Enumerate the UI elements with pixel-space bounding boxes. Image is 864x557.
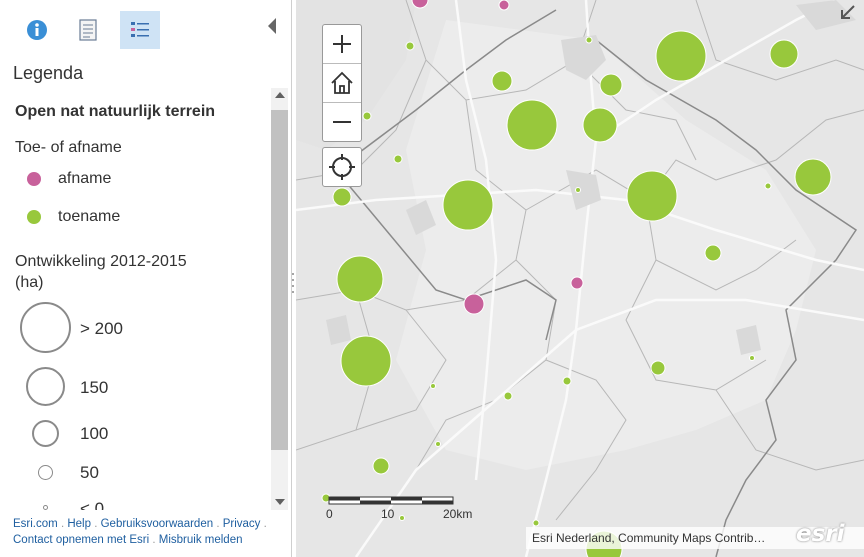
map-circle-increase xyxy=(626,170,678,222)
zoom-controls xyxy=(322,24,362,142)
scale-label-20km: 20km xyxy=(443,507,473,521)
map-circle-increase xyxy=(769,39,799,69)
scroll-up-arrow-icon[interactable] xyxy=(275,92,285,98)
scale-label-0: 0 xyxy=(326,507,333,521)
link-report-abuse[interactable]: Misbruik melden xyxy=(159,534,243,546)
tab-info[interactable] xyxy=(17,11,57,49)
scalebar-bar xyxy=(328,496,454,505)
map-circle-increase xyxy=(582,107,618,143)
circles-decrease xyxy=(411,0,584,315)
map-circle-increase xyxy=(405,41,415,51)
tab-legend[interactable] xyxy=(120,11,160,49)
map-circle-increase xyxy=(749,355,755,361)
map-circle-increase xyxy=(442,179,494,231)
map-circle-increase xyxy=(599,73,623,97)
map-circle-increase xyxy=(393,154,403,164)
map-circle-increase xyxy=(372,457,390,475)
attribution-text: Esri Nederland, Community Maps Contrib… xyxy=(532,531,766,545)
map-view[interactable]: 0 10 20km Esri Nederland, Community Maps… xyxy=(296,0,864,557)
legend-label-afname: afname xyxy=(58,170,112,187)
layer-title: Open nat natuurlijk terrein xyxy=(15,103,216,120)
footer-links: Esri.com . Help . Gebruiksvoorwaarden . … xyxy=(13,518,267,546)
link-esri-com[interactable]: Esri.com xyxy=(13,518,58,530)
size-label-100: 100 xyxy=(80,424,109,443)
map-circle-decrease xyxy=(411,0,429,9)
size-label-0: < 0 xyxy=(80,499,105,510)
tab-details[interactable] xyxy=(68,11,108,49)
map-circle-decrease xyxy=(570,276,584,290)
size-label-150: 150 xyxy=(80,378,109,397)
locate-button[interactable] xyxy=(322,147,362,187)
zoom-in-button[interactable] xyxy=(323,25,361,64)
circles-increase xyxy=(321,30,832,557)
minus-icon xyxy=(333,121,351,123)
link-contact[interactable]: Contact opnemen met Esri xyxy=(13,534,149,546)
size-symbol-50 xyxy=(38,465,53,480)
expand-map-icon[interactable] xyxy=(838,2,858,22)
map-circle-increase xyxy=(764,182,772,190)
map-circle-increase xyxy=(585,36,593,44)
scroll-thumb[interactable] xyxy=(271,110,288,450)
legend-label-toename: toename xyxy=(58,208,121,225)
locate-crosshair-icon xyxy=(329,154,355,180)
map-circle-increase xyxy=(655,30,707,82)
size-label-50: 50 xyxy=(80,463,99,482)
map-circle-increase xyxy=(340,335,392,387)
map-circle-increase xyxy=(794,158,832,196)
map-circle-decrease xyxy=(498,0,510,11)
change-circles-layer xyxy=(321,0,832,557)
home-button[interactable] xyxy=(323,64,361,103)
panel-splitter-handle[interactable] xyxy=(292,270,294,294)
size-group-unit: (ha) xyxy=(15,274,44,291)
map-circle-increase xyxy=(704,244,722,262)
size-symbol-200 xyxy=(20,302,71,353)
link-terms[interactable]: Gebruiksvoorwaarden xyxy=(101,518,214,530)
size-symbol-100 xyxy=(32,420,59,447)
legend-content: Open nat natuurlijk terrein Toe- of afna… xyxy=(0,88,270,510)
size-label-200: > 200 xyxy=(80,319,124,338)
legend-swatch-afname xyxy=(27,172,41,186)
map-circle-increase xyxy=(430,383,436,389)
scroll-down-arrow-icon[interactable] xyxy=(275,499,285,505)
map-circle-increase xyxy=(575,187,581,193)
map-circle-increase xyxy=(362,111,372,121)
map-circle-increase xyxy=(532,519,540,527)
map-circle-increase xyxy=(336,255,384,303)
map-circle-increase xyxy=(506,99,558,151)
legend-list-icon xyxy=(131,22,149,37)
info-icon xyxy=(27,20,47,40)
size-symbol-0 xyxy=(43,505,48,510)
map-circle-increase xyxy=(332,187,352,207)
map-circle-increase xyxy=(503,391,513,401)
map-circle-increase xyxy=(491,70,513,92)
size-symbol-150 xyxy=(26,367,65,406)
map-circle-decrease xyxy=(463,293,485,315)
legend-panel: Legenda Open nat natuurlijk terrein Toe-… xyxy=(0,0,292,557)
link-help[interactable]: Help xyxy=(67,518,91,530)
link-privacy[interactable]: Privacy xyxy=(223,518,261,530)
scale-label-10: 10 xyxy=(381,507,395,521)
document-icon xyxy=(79,19,97,41)
change-group-title: Toe- of afname xyxy=(15,139,122,156)
size-group-title: Ontwikkeling 2012-2015 xyxy=(15,253,187,270)
legend-scrollbar[interactable] xyxy=(271,88,288,510)
map-circle-increase xyxy=(435,441,441,447)
legend-heading: Legenda xyxy=(13,63,84,83)
home-icon xyxy=(331,71,353,94)
esri-logo[interactable]: esri xyxy=(796,521,845,547)
legend-swatch-toename xyxy=(27,210,41,224)
plus-icon xyxy=(333,35,351,53)
zoom-out-button[interactable] xyxy=(323,103,361,141)
collapse-panel-arrow-icon[interactable] xyxy=(268,18,276,34)
scalebar: 0 10 20km xyxy=(326,495,472,525)
map-circle-increase xyxy=(650,360,666,376)
map-circle-increase xyxy=(562,376,572,386)
